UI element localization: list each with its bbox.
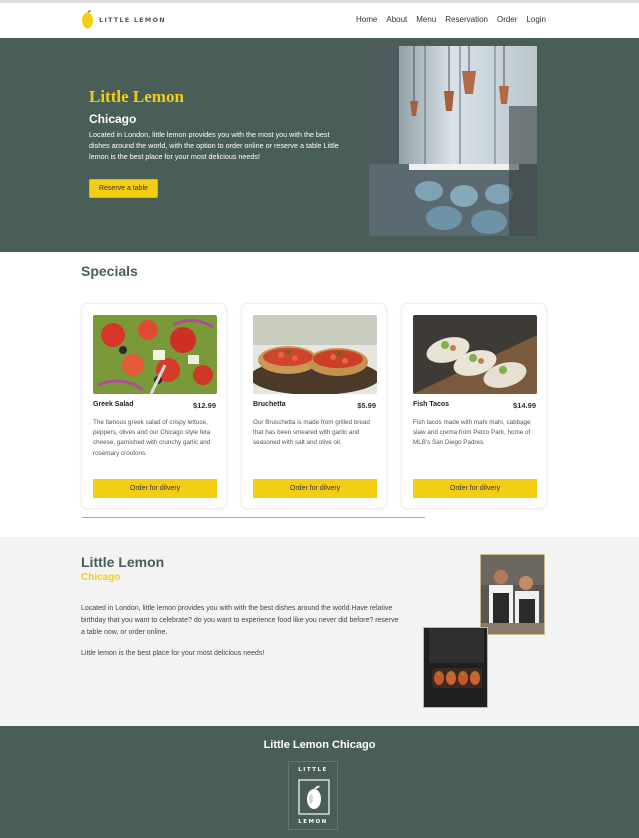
footer-logo-top-text: LITTLE xyxy=(298,767,328,773)
order-delivery-button[interactable]: Order for dilvery xyxy=(253,479,377,498)
lemon-logo-icon xyxy=(298,779,330,815)
nav-menu-link[interactable]: Menu xyxy=(416,15,436,24)
fish-tacos-photo xyxy=(413,315,537,394)
order-delivery-button[interactable]: Order for dilvery xyxy=(93,479,217,498)
order-delivery-button[interactable]: Order for dilvery xyxy=(413,479,537,498)
card-description: Our Bruschetta is made from grilled brea… xyxy=(253,419,370,447)
footer: Little Lemon Chicago LITTLE LEMON xyxy=(0,726,639,838)
about-paragraph: Located in London, little lemon provides… xyxy=(81,605,399,636)
nav-links: Home About Menu Reservation Order Login xyxy=(356,15,546,24)
reserve-table-button[interactable]: Reserve a table xyxy=(89,179,158,198)
brand-logo[interactable]: LITTLE LEMON xyxy=(81,9,166,30)
hero-description: Located in London, little lemon provides… xyxy=(89,130,339,161)
lemon-logo-icon xyxy=(82,10,93,29)
hero-city: Chicago xyxy=(89,112,137,126)
nav-reservation-link[interactable]: Reservation xyxy=(445,15,488,24)
section-divider xyxy=(82,517,425,518)
card-price: $5.99 xyxy=(357,401,376,410)
footer-logo-bottom-text: LEMON xyxy=(298,819,328,825)
card-title: Greek Salad xyxy=(93,401,134,408)
hero-title: Little Lemon xyxy=(89,87,184,106)
logo-text: LITTLE LEMON xyxy=(99,15,166,24)
about-section: Little Lemon Chicago Located in London, … xyxy=(0,537,639,726)
about-city: Chicago xyxy=(81,572,121,583)
about-paragraph: Little lemon is the best place for your … xyxy=(81,650,265,657)
hero-section: Little Lemon Chicago Located in London, … xyxy=(0,38,639,252)
specials-title: Specials xyxy=(81,263,138,279)
footer-logo[interactable]: LITTLE LEMON xyxy=(288,761,338,830)
nav-login-link[interactable]: Login xyxy=(526,15,546,24)
card-description: The famous greek salad of crispy lettuce… xyxy=(93,419,211,457)
nav-about-link[interactable]: About xyxy=(386,15,407,24)
card-price: $14.99 xyxy=(513,401,536,410)
navbar: LITTLE LEMON Home About Menu Reservation… xyxy=(0,3,639,38)
footer-title: Little Lemon Chicago xyxy=(263,739,376,751)
nav-home-link[interactable]: Home xyxy=(356,15,377,24)
special-card-greek-salad: Greek Salad $12.99 The famous greek sala… xyxy=(81,303,227,509)
special-card-bruchetta: Bruchetta $5.99 Our Bruschetta is made f… xyxy=(241,303,387,509)
card-title: Bruchetta xyxy=(253,401,286,408)
about-title: Little Lemon xyxy=(81,554,165,570)
card-price: $12.99 xyxy=(193,401,216,410)
card-title: Fish Tacos xyxy=(413,401,450,408)
greek-salad-photo xyxy=(93,315,217,394)
nav-order-link[interactable]: Order xyxy=(497,15,517,24)
chefs-photo xyxy=(480,554,545,635)
food-platter-photo xyxy=(423,627,488,708)
bruchetta-photo xyxy=(253,315,377,394)
card-description: Fish tacos made with mahi mahi, cabbage … xyxy=(413,419,531,447)
special-card-fish-tacos: Fish Tacos $14.99 Fish tacos made with m… xyxy=(401,303,547,509)
restaurant-photo xyxy=(369,46,537,236)
